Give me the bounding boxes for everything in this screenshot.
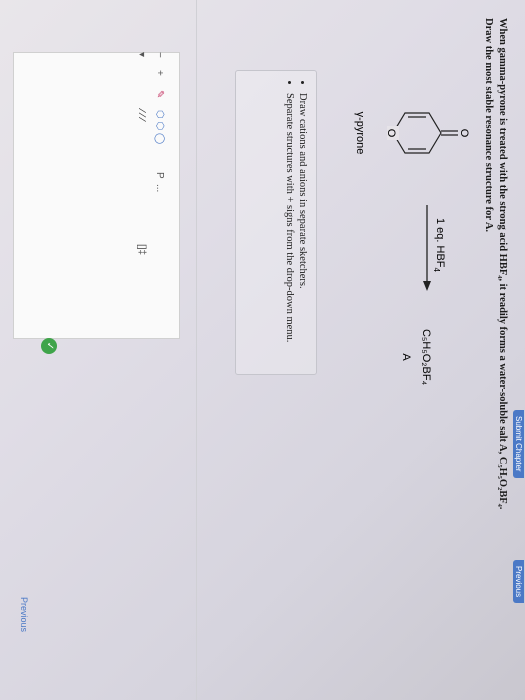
sketcher-toolbar: − + ✎ ⬡ ⬡ ◯ P ... ▾ ∕ ∕ ∕ []‡ [127,44,167,304]
product-label: A [400,353,412,361]
carbonyl-oxygen-label: O [458,129,470,138]
reagent-label: 1 eq. HBF4 [432,218,446,273]
more-elements-button[interactable]: ... [153,184,165,192]
top-tab-strip: Submit Chapter Previous [511,0,525,700]
instruction-item: Separate structures with + signs from th… [284,93,295,364]
question-page: Submit Chapter Previous When gamma-pyron… [0,0,525,700]
check-icon[interactable]: ✓ [41,338,57,354]
gamma-pyrone-structure: O O γ-pyrone [354,112,470,155]
reaction-scheme: O O γ-pyrone 1 eq. HBF4 C₅H₅O₂BF₄ A [354,112,470,386]
instructions-box: Draw cations and anions in separate sket… [235,70,317,375]
submit-tab[interactable]: Submit Chapter [513,410,524,478]
question-text: When gamma-pyrone is treated with the st… [481,18,509,678]
ring-oxygen-label: O [385,129,397,138]
product: C₅H₅O₂BF₄ A [400,329,432,386]
reaction-arrow: 1 eq. HBF4 [423,205,446,291]
reactant-name: γ-pyrone [354,112,366,155]
bond-tools[interactable]: ∕ ∕ ∕ [135,110,147,121]
section-divider [196,0,197,700]
product-formula: C₅H₅O₂BF₄ [420,329,432,386]
charge-minus-button[interactable]: − [153,52,165,58]
chevron-down-icon[interactable]: ▾ [135,52,147,57]
previous-tab[interactable]: Previous [513,560,524,604]
question-line-1: When gamma-pyrone is treated with the st… [497,18,508,510]
ring-tools[interactable]: ⬡ ⬡ ◯ [153,110,165,144]
instruction-item: Draw cations and anions in separate sket… [297,93,308,364]
question-line-2: Draw the most stable resonance structure… [483,18,494,233]
previous-link[interactable]: Previous [19,597,29,632]
pencil-icon[interactable]: ✎ [153,90,165,98]
photo-screen: Submit Chapter Previous When gamma-pyron… [0,0,525,700]
charge-plus-button[interactable]: + [153,70,165,76]
bracket-tool[interactable]: []‡ [135,244,147,255]
element-p-button[interactable]: P [153,172,165,179]
